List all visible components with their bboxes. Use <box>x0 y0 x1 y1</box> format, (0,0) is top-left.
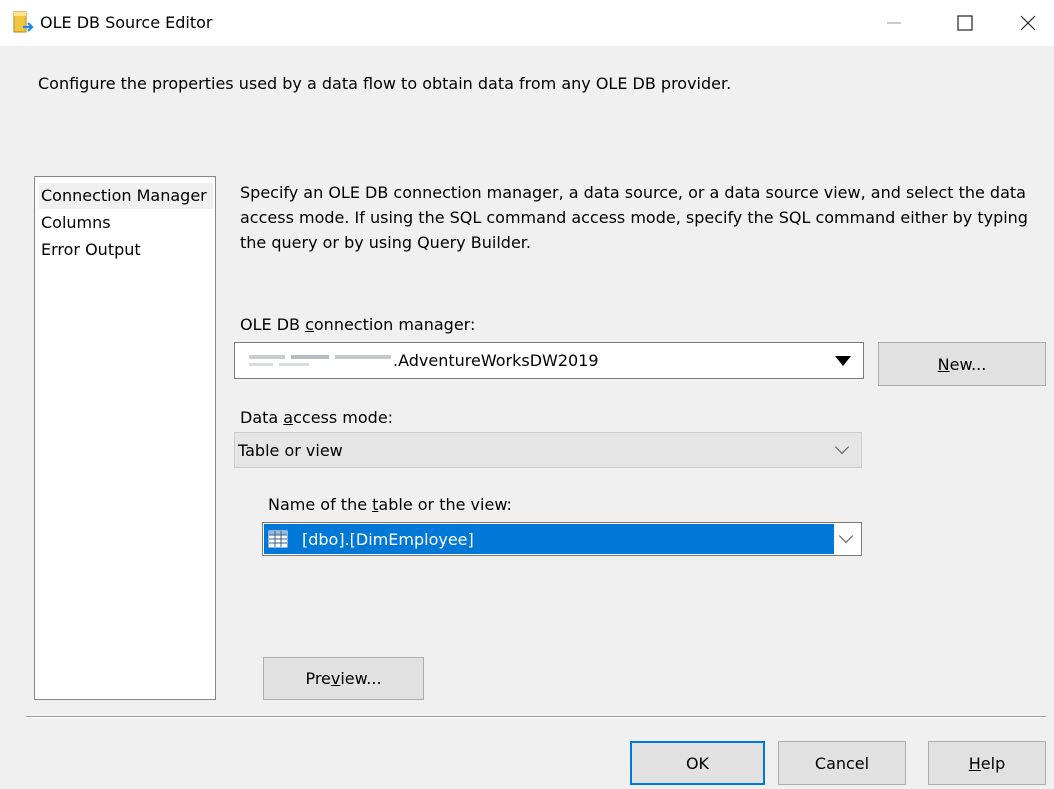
connection-manager-combo[interactable]: .AdventureWorksDW2019 <box>234 342 864 379</box>
chevron-down-icon <box>834 439 850 455</box>
redacted-server-name <box>249 355 391 366</box>
minimize-button[interactable] <box>866 0 922 46</box>
chevron-down-icon <box>838 528 854 544</box>
table-icon <box>268 530 288 548</box>
dropdown-arrow-icon <box>835 355 851 366</box>
new-connection-button[interactable]: New... <box>878 342 1046 386</box>
ok-button[interactable]: OK <box>630 741 765 785</box>
connection-manager-label: OLE DB connection manager: <box>240 315 476 334</box>
selected-table-item: [dbo].[DimEmployee] <box>264 524 834 554</box>
nav-item-connection-manager[interactable]: Connection Manager <box>39 183 213 209</box>
nav-item-error-output[interactable]: Error Output <box>39 237 213 263</box>
connection-manager-value: .AdventureWorksDW2019 <box>393 351 599 370</box>
nav-item-columns[interactable]: Columns <box>39 210 213 236</box>
preview-button[interactable]: Pre v iew... <box>263 657 424 700</box>
minimize-icon <box>887 22 901 24</box>
connection-dropdown-button[interactable] <box>825 344 861 377</box>
help-button[interactable]: Help <box>928 741 1046 785</box>
window-title: OLE DB Source Editor <box>40 13 213 32</box>
data-access-mode-select[interactable]: Table or view <box>234 432 862 468</box>
data-access-mode-label: Data access mode: <box>240 408 394 427</box>
page-nav-list: Connection Manager Columns Error Output <box>34 176 216 700</box>
data-access-mode-value: Table or view <box>238 441 343 460</box>
close-icon <box>1020 15 1036 31</box>
close-button[interactable] <box>1000 0 1054 46</box>
cancel-button[interactable]: Cancel <box>778 741 906 785</box>
table-name-value: [dbo].[DimEmployee] <box>302 530 474 549</box>
ssis-source-icon <box>13 11 34 33</box>
maximize-button[interactable] <box>937 0 993 46</box>
footer-divider-highlight <box>26 717 1046 718</box>
instructions-text: Specify an OLE DB connection manager, a … <box>240 183 1028 252</box>
dialog-description: Configure the properties used by a data … <box>38 74 732 93</box>
table-name-label: Name of the table or the view: <box>268 495 512 514</box>
maximize-icon <box>957 15 973 31</box>
title-bar: OLE DB Source Editor <box>0 0 1054 46</box>
table-name-select[interactable]: [dbo].[DimEmployee] <box>262 522 862 556</box>
